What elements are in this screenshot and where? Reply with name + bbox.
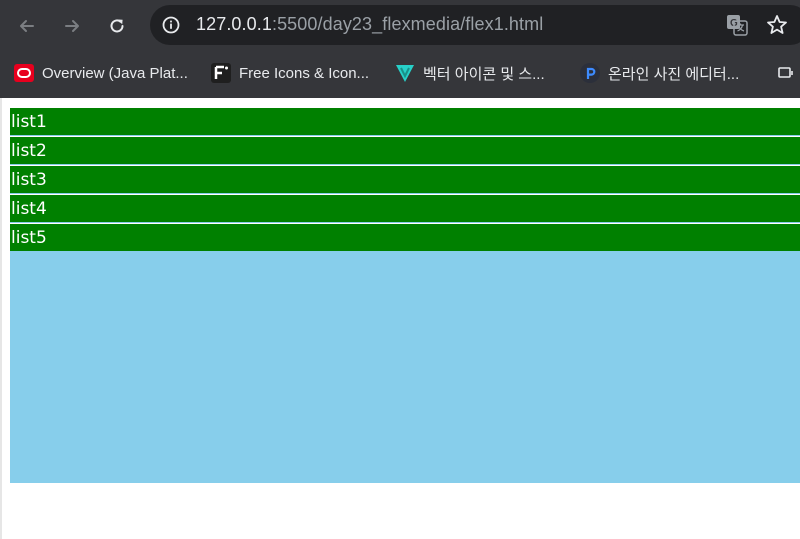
- viewport-edge: [0, 98, 2, 539]
- bookmark-item[interactable]: Free Icons & Icon...: [211, 62, 369, 84]
- bookmark-item[interactable]: Overview (Java Plat...: [14, 62, 188, 84]
- list-item: list2: [10, 136, 800, 164]
- list-item: list1: [10, 108, 800, 135]
- reload-icon: [110, 19, 124, 33]
- list-item: list5: [10, 223, 800, 251]
- forward-button[interactable]: [56, 10, 88, 42]
- flex-container: list1 list2 list3 list4 list5: [10, 108, 800, 483]
- translate-icon[interactable]: G: [726, 14, 748, 36]
- browser-toolbar: 127.0.0.1:5500/day23_flexmedia/flex1.htm…: [0, 0, 800, 52]
- info-icon[interactable]: [162, 16, 180, 34]
- bookmarks-bar: Overview (Java Plat... Free Icons & Icon…: [0, 52, 800, 98]
- list-item: list4: [10, 194, 800, 222]
- url-text: 127.0.0.1:5500/day23_flexmedia/flex1.htm…: [196, 14, 543, 35]
- reload-button[interactable]: [101, 10, 133, 42]
- oracle-icon: [14, 63, 34, 83]
- bookmarks-overflow-button[interactable]: [776, 62, 800, 84]
- flaticon-icon: [211, 63, 231, 83]
- url-host: 127.0.0.1: [196, 14, 272, 34]
- bookmark-label: 벡터 아이콘 및 스...: [423, 65, 545, 83]
- bookmark-item[interactable]: 벡터 아이콘 및 스...: [395, 62, 545, 84]
- vector-icon: [395, 63, 415, 83]
- browser-chrome: 127.0.0.1:5500/day23_flexmedia/flex1.htm…: [0, 0, 800, 98]
- list-item: list3: [10, 165, 800, 193]
- arrow-left-icon: [20, 20, 34, 32]
- bookmark-item[interactable]: 온라인 사진 에디터...: [580, 62, 739, 84]
- arrow-right-icon: [65, 20, 79, 32]
- reading-list-icon: [776, 63, 796, 83]
- back-button[interactable]: [11, 10, 43, 42]
- bookmark-label: Overview (Java Plat...: [42, 64, 188, 82]
- star-icon[interactable]: [766, 14, 788, 36]
- pixlr-icon: [580, 63, 600, 83]
- address-bar[interactable]: 127.0.0.1:5500/day23_flexmedia/flex1.htm…: [150, 5, 800, 45]
- bookmark-label: Free Icons & Icon...: [239, 64, 370, 82]
- bookmark-label: 온라인 사진 에디터...: [608, 65, 740, 83]
- url-path: :5500/day23_flexmedia/flex1.html: [271, 14, 544, 34]
- item-list: list1 list2 list3 list4 list5: [10, 108, 800, 251]
- page-viewport: list1 list2 list3 list4 list5: [0, 98, 800, 539]
